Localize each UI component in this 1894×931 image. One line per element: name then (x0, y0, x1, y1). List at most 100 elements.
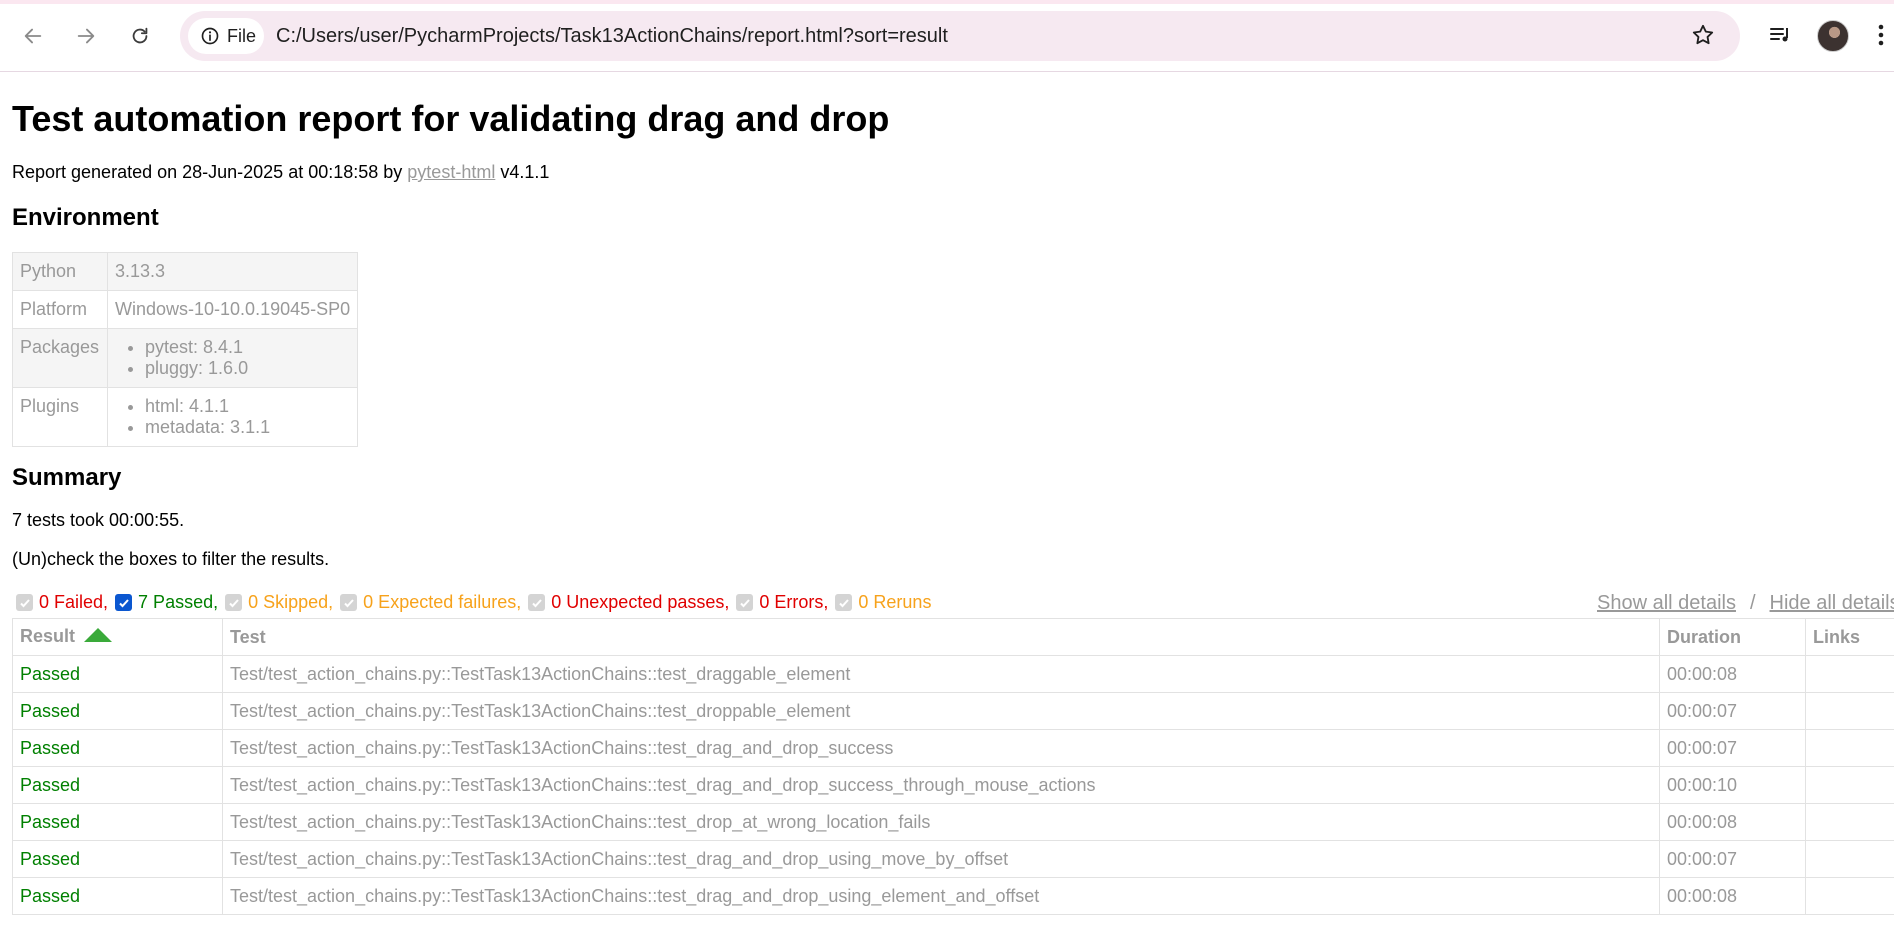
report-title: Test automation report for validating dr… (12, 98, 890, 139)
env-row-platform: Platform Windows-10-10.0.19045-SP0 (12, 290, 359, 329)
details-toggle-links: Show all details / Hide all details (1597, 592, 1894, 615)
skipped-checkbox[interactable] (225, 594, 243, 611)
result-header-label: Result (20, 626, 76, 647)
packages-list: pytest: 8.4.1 pluggy: 1.6.0 (115, 337, 350, 379)
result-cell: Passed (12, 729, 223, 767)
duration-cell: 00:00:07 (1659, 729, 1806, 767)
duration-cell: 00:00:07 (1659, 692, 1806, 730)
env-value: Windows-10-10.0.19045-SP0 (106, 290, 359, 329)
reload-icon (132, 27, 148, 44)
media-controls-button[interactable] (1766, 20, 1794, 50)
xpassed-checkbox[interactable] (528, 594, 546, 611)
duration-column-header[interactable]: Duration (1659, 618, 1806, 656)
table-row[interactable]: Passed Test/test_action_chains.py::TestT… (12, 655, 1894, 693)
duration-cell: 00:00:08 (1659, 877, 1806, 915)
skipped-label: 0 Skipped, (248, 592, 334, 612)
duration-cell: 00:00:07 (1659, 840, 1806, 878)
check-icon (343, 598, 354, 607)
sort-ascending-icon (83, 627, 113, 648)
result-cell: Passed (12, 692, 223, 730)
summary-duration: 7 tests took 00:00:55. (12, 510, 185, 530)
result-column-header[interactable]: Result (12, 618, 223, 656)
duration-cell: 00:00:08 (1659, 655, 1806, 693)
check-icon (19, 598, 30, 607)
filter-hint: (Un)check the boxes to filter the result… (12, 549, 330, 569)
xfailed-checkbox[interactable] (340, 594, 358, 611)
test-name-cell: Test/test_action_chains.py::TestTask13Ac… (222, 655, 1660, 693)
details-separator: / (1749, 592, 1756, 614)
address-bar[interactable]: File C:/Users/user/PycharmProjects/Task1… (180, 11, 1740, 61)
filter-xpassed: 0 Unexpected passes, (528, 592, 729, 613)
links-column-header: Links (1805, 618, 1894, 656)
browser-menu-button[interactable] (1874, 20, 1888, 50)
failed-label: 0 Failed, (39, 592, 109, 612)
tab-strip-edge (0, 0, 1894, 4)
list-item: pytest: 8.4.1 (145, 337, 350, 358)
links-cell (1805, 877, 1894, 915)
result-cell: Passed (12, 877, 223, 915)
links-cell (1805, 655, 1894, 693)
env-key: Packages (12, 328, 108, 388)
reruns-checkbox[interactable] (835, 594, 853, 611)
duration-cell: 00:00:08 (1659, 803, 1806, 841)
list-item: pluggy: 1.6.0 (145, 358, 350, 379)
bookmark-star-button[interactable] (1690, 22, 1716, 53)
table-row[interactable]: Passed Test/test_action_chains.py::TestT… (12, 877, 1894, 915)
report-page: Test automation report for validating dr… (0, 72, 1894, 931)
more-vertical-icon (1878, 24, 1884, 46)
hide-all-details-link[interactable]: Hide all details (1770, 592, 1894, 614)
list-item: metadata: 3.1.1 (145, 417, 350, 438)
test-name-cell: Test/test_action_chains.py::TestTask13Ac… (222, 803, 1660, 841)
env-value-list: pytest: 8.4.1 pluggy: 1.6.0 (106, 328, 359, 388)
results-header-row: Result Test Duration Links (12, 618, 1894, 656)
result-cell: Passed (12, 766, 223, 804)
check-icon (532, 598, 542, 607)
result-cell: Passed (12, 655, 223, 693)
back-button[interactable] (17, 20, 49, 52)
environment-table: Python 3.13.3 Platform Windows-10-10.0.1… (12, 252, 359, 447)
passed-checkbox[interactable] (115, 594, 133, 611)
links-cell (1805, 803, 1894, 841)
check-icon (118, 598, 129, 607)
env-value-list: html: 4.1.1 metadata: 3.1.1 (106, 387, 359, 447)
forward-arrow-icon (77, 28, 95, 44)
result-cell: Passed (12, 803, 223, 841)
test-column-header[interactable]: Test (222, 618, 1660, 656)
test-name-cell: Test/test_action_chains.py::TestTask13Ac… (222, 766, 1660, 804)
links-cell (1805, 729, 1894, 767)
table-row[interactable]: Passed Test/test_action_chains.py::TestT… (12, 729, 1894, 767)
failed-checkbox[interactable] (16, 594, 33, 611)
test-name-cell: Test/test_action_chains.py::TestTask13Ac… (222, 729, 1660, 767)
result-filters: 0 Failed, 7 Passed, 0 Skipped, 0 Expecte… (16, 592, 938, 613)
show-all-details-link[interactable]: Show all details (1597, 592, 1736, 614)
pytest-html-link[interactable]: pytest-html (407, 162, 495, 182)
errors-label: 0 Errors, (759, 592, 829, 612)
result-cell: Passed (12, 840, 223, 878)
links-cell (1805, 692, 1894, 730)
duration-cell: 00:00:10 (1659, 766, 1806, 804)
check-icon (839, 598, 849, 607)
filter-skipped: 0 Skipped, (225, 592, 333, 613)
table-row[interactable]: Passed Test/test_action_chains.py::TestT… (12, 692, 1894, 730)
xfailed-label: 0 Expected failures, (363, 592, 522, 612)
filter-xfailed: 0 Expected failures, (340, 592, 521, 613)
profile-avatar[interactable] (1817, 20, 1849, 52)
forward-button[interactable] (70, 20, 102, 52)
url-text[interactable]: C:/Users/user/PycharmProjects/Task13Acti… (276, 11, 948, 61)
env-key: Plugins (12, 387, 108, 447)
xpassed-label: 0 Unexpected passes, (551, 592, 730, 612)
table-row[interactable]: Passed Test/test_action_chains.py::TestT… (12, 803, 1894, 841)
queue-music-icon (1770, 28, 1788, 42)
test-name-cell: Test/test_action_chains.py::TestTask13Ac… (222, 877, 1660, 915)
links-cell (1805, 840, 1894, 878)
table-row[interactable]: Passed Test/test_action_chains.py::TestT… (12, 840, 1894, 878)
browser-toolbar: File C:/Users/user/PycharmProjects/Task1… (0, 0, 1894, 72)
errors-checkbox[interactable] (736, 594, 754, 611)
site-info-chip[interactable]: File (188, 18, 264, 54)
env-key: Python (12, 252, 108, 291)
table-row[interactable]: Passed Test/test_action_chains.py::TestT… (12, 766, 1894, 804)
star-icon (1692, 24, 1714, 45)
test-name-cell: Test/test_action_chains.py::TestTask13Ac… (222, 840, 1660, 878)
reload-button[interactable] (124, 20, 156, 52)
list-item: html: 4.1.1 (145, 396, 350, 417)
